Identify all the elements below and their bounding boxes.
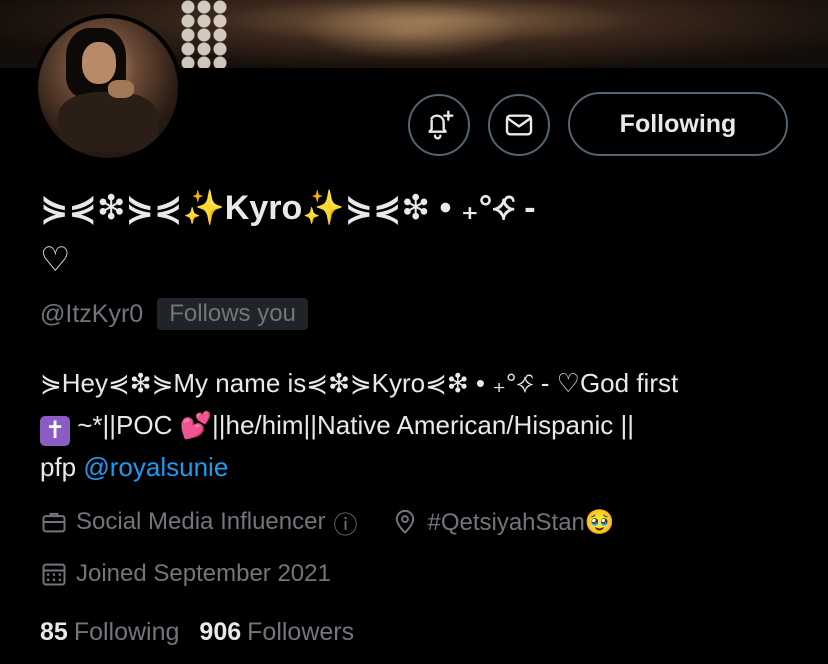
handle-row: @ItzKyr0 Follows you <box>40 296 308 332</box>
display-name: ⋟⋞❇⋟⋞✨Kyro✨⋟⋞❇ • ₊°⟡̑ - <box>40 189 536 227</box>
banner-glow <box>300 0 520 60</box>
briefcase-icon <box>42 512 66 533</box>
followers-count: 906 <box>199 617 242 646</box>
location-item: #QetsiyahStan🥹 <box>391 508 615 537</box>
followers-stat[interactable]: 906 Followers <box>199 618 354 647</box>
category-label: Social Media Influencer <box>76 508 326 535</box>
notifications-button[interactable] <box>408 94 470 156</box>
bio-mention-link[interactable]: @royalsunie <box>83 452 228 482</box>
joined-date: Joined September 2021 <box>76 560 331 587</box>
display-name-heart: ♡ <box>40 241 71 279</box>
category-item: Social Media Influencer ⓘ <box>40 505 357 540</box>
avatar[interactable] <box>34 14 182 162</box>
follow-stats: 85 Following 906 Followers <box>40 612 354 652</box>
avatar-body <box>58 92 158 152</box>
followers-label: Followers <box>247 617 355 646</box>
location-label: #QetsiyahStan🥹 <box>427 508 615 536</box>
bio-line1: ⋟Hey⋞❇⋟My name is⋞❇⋟Kyro⋞❇ • ₊°⟡̑ - ♡God… <box>40 368 679 398</box>
joined-item: Joined September 2021 <box>40 560 331 588</box>
avatar-image <box>38 18 178 158</box>
username-handle: @ItzKyr0 <box>40 299 144 328</box>
following-label: Following <box>73 617 180 646</box>
bell-plus-icon <box>428 110 454 140</box>
bio-line2: ~*||POC 💕||he/him||Native American/Hispa… <box>70 410 634 440</box>
calendar-icon <box>42 563 66 586</box>
joined-row: Joined September 2021 <box>40 554 365 594</box>
bio-pfp-prefix: pfp <box>40 452 84 482</box>
avatar-hand <box>108 80 134 98</box>
avatar-face <box>82 42 116 84</box>
bio: ⋟Hey⋞❇⋟My name is⋞❇⋟Kyro⋞❇ • ₊°⟡̑ - ♡God… <box>40 362 800 488</box>
info-icon[interactable]: ⓘ <box>333 505 357 540</box>
message-button[interactable] <box>488 94 550 156</box>
following-count: 85 <box>40 617 68 646</box>
envelope-icon <box>505 114 533 136</box>
following-button[interactable]: Following <box>568 92 788 156</box>
banner-pearls <box>180 0 228 68</box>
location-pin-icon <box>396 510 415 534</box>
following-stat[interactable]: 85 Following <box>40 618 179 647</box>
follows-you-badge: Follows you <box>157 298 308 330</box>
profile-meta-row: Social Media Influencer ⓘ #QetsiyahStan🥹 <box>40 502 649 542</box>
latin-cross-icon: ✝ <box>40 416 70 446</box>
